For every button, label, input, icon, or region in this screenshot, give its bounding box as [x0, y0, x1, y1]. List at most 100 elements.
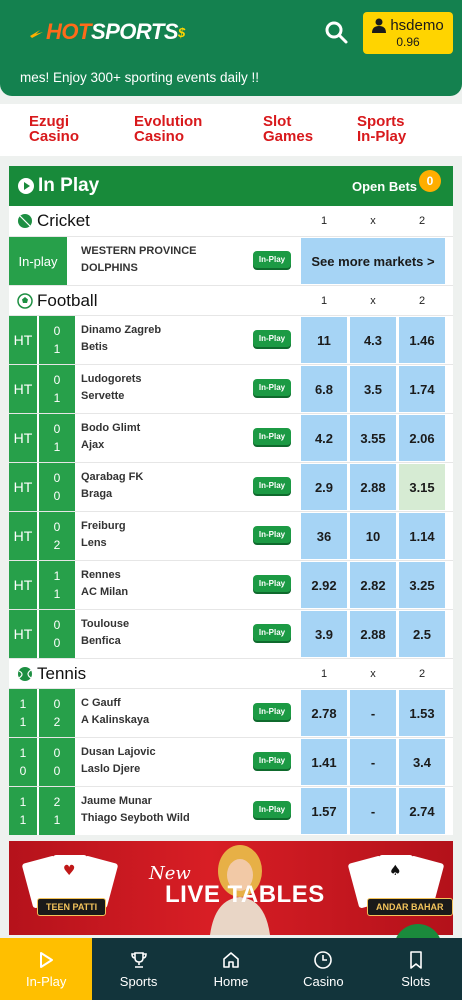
tennis-match-row[interactable]: 1 0 0 0 Dusan Lajovic Laslo Djere In-Play 1.41-… — [9, 737, 453, 786]
inplay-tag: In-Play — [253, 575, 291, 592]
football-match-row[interactable]: HT 0 1 Dinamo Zagreb Betis In-Play 11 4.3 1.46 — [9, 315, 453, 364]
odd-draw[interactable]: 3.55 — [350, 415, 396, 461]
bottom-nav-casino[interactable]: Casino — [277, 938, 369, 1000]
bottom-nav-home[interactable]: Home — [185, 938, 277, 1000]
cricket-section-header: Cricket 1 x 2 — [9, 206, 453, 236]
play-icon — [40, 951, 54, 968]
nav-label-line1: Ezugi — [29, 113, 69, 130]
player-away: A Kalinskaya — [81, 714, 150, 726]
tennis-ball-icon — [18, 666, 32, 681]
score-away: 0 — [53, 489, 61, 503]
game-score-away: 2 — [53, 715, 61, 729]
tennis-match-row[interactable]: 1 1 2 1 Jaume Munar Thiago Seyboth Wild In-Pla… — [9, 786, 453, 835]
open-bets-count-badge: 0 — [419, 170, 441, 192]
cricket-ball-icon — [18, 214, 32, 228]
score-column: 01 — [39, 414, 75, 462]
football-match-row[interactable]: HT 0 0 Qarabag FK Braga In-Play 2.9 2.88 3.15 — [9, 462, 453, 511]
col-header-2: 2 — [418, 668, 426, 680]
football-match-row[interactable]: HT 0 1 Bodo Glimt Ajax In-Play 4.2 3.55 2.06 — [9, 413, 453, 462]
odd-draw[interactable]: 2.88 — [350, 464, 396, 510]
odd-draw[interactable]: - — [350, 690, 396, 736]
hotsports-logo[interactable]: HOT SPORTS $ — [28, 18, 188, 46]
bottom-nav-label: Sports — [119, 973, 158, 989]
odd-draw[interactable]: 2.88 — [350, 611, 396, 657]
home-icon — [223, 951, 239, 968]
nav-slot-games[interactable]: Slot Games — [263, 114, 313, 144]
odd-draw[interactable]: 2.82 — [350, 562, 396, 608]
odd-home[interactable]: 6.8 — [301, 366, 347, 412]
odd-away[interactable]: 2.5 — [399, 611, 445, 657]
bottom-nav-sports[interactable]: Sports — [92, 938, 184, 1000]
score-home: 0 — [53, 422, 61, 436]
tennis-match-row[interactable]: 1102C Gauff A Kalinskaya In-Play 2.78-1.53 — [9, 688, 453, 737]
set-score-away: 1 — [19, 813, 27, 827]
bottom-nav-slots[interactable]: Slots — [370, 938, 462, 1000]
match-status: HT — [9, 463, 37, 511]
odd-draw[interactable]: - — [350, 739, 396, 785]
odd-home[interactable]: 1.57 — [301, 788, 347, 834]
odd-draw[interactable]: - — [350, 788, 396, 834]
football-match-row[interactable]: HT 0 2 Freiburg Lens In-Play 36 10 1.14 — [9, 511, 453, 560]
game-score-home: 0 — [53, 697, 61, 711]
tennis-section-header: Tennis 1 x 2 — [9, 658, 453, 688]
nav-sports-inplay[interactable]: Sports In-Play — [357, 114, 406, 144]
play-circle-icon — [18, 178, 34, 194]
odd-away[interactable]: 3.15 — [399, 464, 445, 510]
odd-away[interactable]: 1.14 — [399, 513, 445, 559]
odd-away[interactable]: 3.4 — [399, 739, 445, 785]
odd-away[interactable]: 1.74 — [399, 366, 445, 412]
score-column: 01 — [39, 365, 75, 413]
set-score-home: 1 — [19, 795, 27, 809]
match-status: HT — [9, 316, 37, 364]
odd-home[interactable]: 2.92 — [301, 562, 347, 608]
odd-away[interactable]: 2.74 — [399, 788, 445, 834]
nav-evolution-casino[interactable]: Evolution Casino — [134, 114, 202, 144]
odd-away[interactable]: 1.53 — [399, 690, 445, 736]
bottom-nav-label: Slots — [401, 973, 431, 989]
player-home: Jaume Munar — [81, 795, 152, 807]
tennis-title: Tennis — [37, 663, 87, 683]
game-score-away: 1 — [53, 813, 61, 827]
andar-bahar-tag: ANDAR BAHAR — [367, 898, 453, 916]
nav-label-line2: In-Play — [357, 128, 407, 145]
odd-home[interactable]: 1.41 — [301, 739, 347, 785]
game-score-column: 02 — [39, 689, 75, 737]
nav-ezugi-casino[interactable]: Ezugi Casino — [29, 114, 79, 144]
odd-draw[interactable]: 10 — [350, 513, 396, 559]
team-home: Toulouse — [81, 618, 130, 630]
odd-draw[interactable]: 3.5 — [350, 366, 396, 412]
game-score-column: 00 — [39, 738, 75, 786]
open-bets-button[interactable]: Open Bets — [352, 179, 417, 194]
team-away: DOLPHINS — [81, 262, 138, 274]
account-button[interactable]: hsdemo 0.96 — [363, 12, 453, 54]
score-home: 0 — [53, 373, 61, 387]
odd-home[interactable]: 36 — [301, 513, 347, 559]
odd-home[interactable]: 2.78 — [301, 690, 347, 736]
bottom-nav-inplay[interactable]: In-Play — [0, 938, 93, 1000]
odd-away[interactable]: 1.46 — [399, 317, 445, 363]
odd-home[interactable]: 3.9 — [301, 611, 347, 657]
football-match-row[interactable]: HT 0 0 Toulouse Benfica In-Play 3.9 2.88 2.5 — [9, 609, 453, 658]
team-home: Freiburg — [81, 520, 126, 532]
inplay-tag: In-Play — [253, 801, 291, 818]
cricket-match-row[interactable]: In-play WESTERN PROVINCE DOLPHINS In-Pla… — [9, 236, 453, 285]
odd-draw[interactable]: 4.3 — [350, 317, 396, 363]
odd-away[interactable]: 3.25 — [399, 562, 445, 608]
dollar-icon: $ — [178, 25, 187, 39]
set-score-column: 11 — [9, 689, 37, 737]
set-score-away: 1 — [19, 715, 27, 729]
live-tables-banner[interactable]: ♥ New LIVE TABLES ♠ TEEN PATTI ANDAR BAH… — [9, 841, 453, 935]
odd-home[interactable]: 2.9 — [301, 464, 347, 510]
odd-home[interactable]: 11 — [301, 317, 347, 363]
odd-home[interactable]: 4.2 — [301, 415, 347, 461]
odd-away[interactable]: 2.06 — [399, 415, 445, 461]
football-icon — [17, 292, 33, 309]
inplay-tag: In-Play — [253, 251, 291, 268]
football-section-header: Football 1 x 2 — [9, 285, 453, 315]
football-match-row[interactable]: HT 1 1 Rennes AC Milan In-Play 2.92 2.82 3.25 — [9, 560, 453, 609]
football-match-row[interactable]: HT 0 1 Ludogorets Servette In-Play 6.8 3.5 1.74 — [9, 364, 453, 413]
see-more-markets-button[interactable]: See more markets > — [301, 238, 445, 284]
search-button[interactable] — [322, 18, 350, 46]
inplay-title: In Play — [38, 175, 100, 196]
search-icon — [325, 21, 348, 44]
